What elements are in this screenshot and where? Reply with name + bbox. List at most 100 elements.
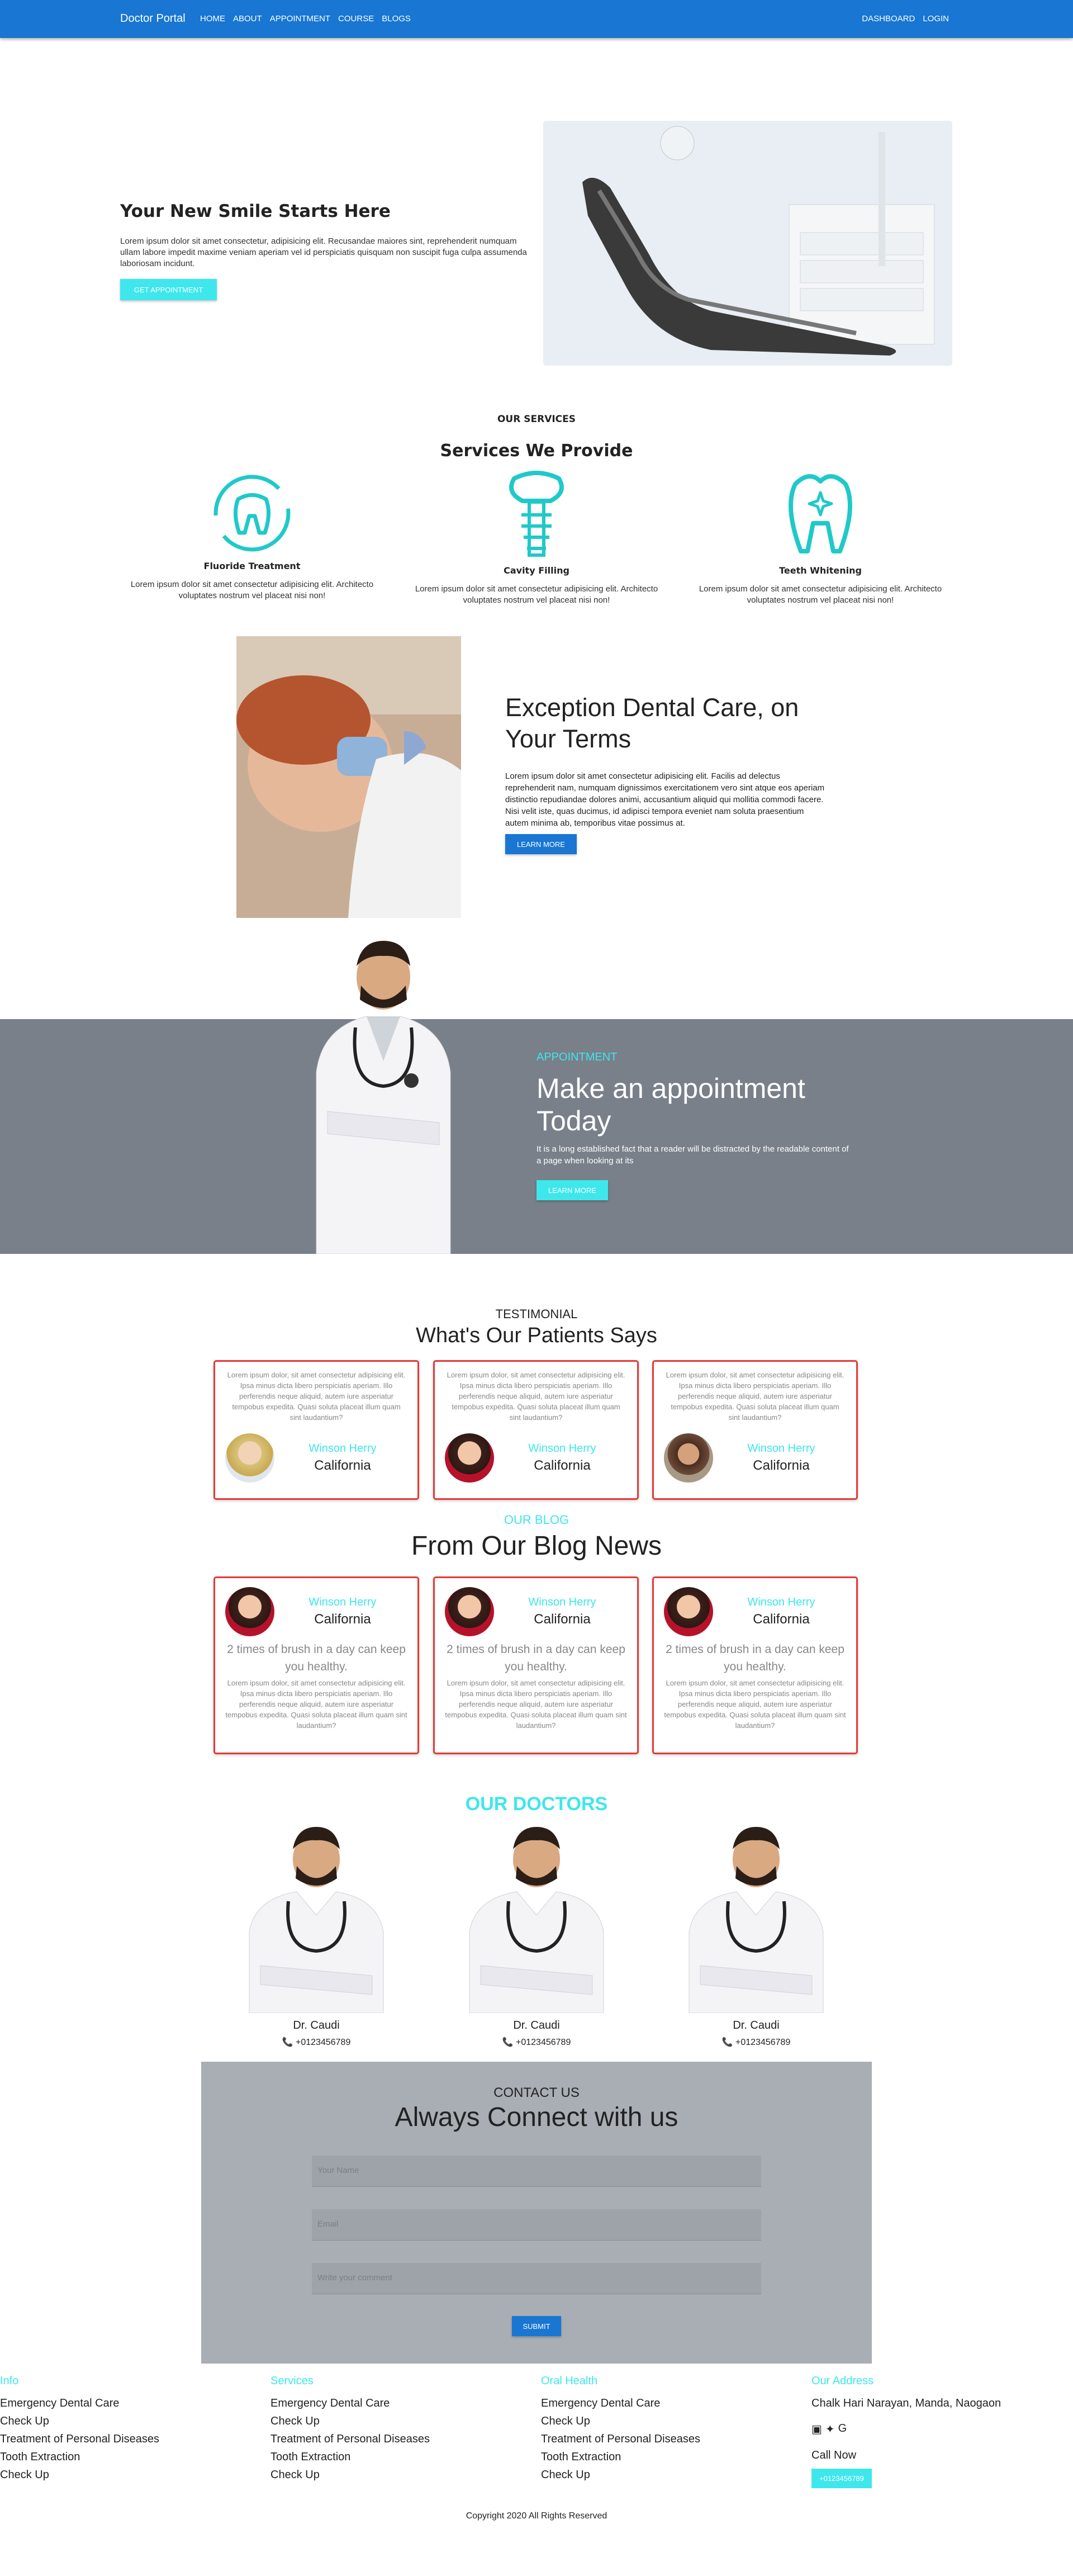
footer-link[interactable]: Tooth Extraction (0, 2448, 159, 2466)
doctor-card: Dr. Caudi 📞 +0123456789 (672, 1820, 840, 2048)
footer-link[interactable]: Check Up (541, 2412, 700, 2430)
doctor-phone-number: +0123456789 (516, 2038, 571, 2047)
learn-more-button[interactable]: LEARN MORE (505, 834, 577, 854)
dental-chair-image (543, 121, 952, 366)
footer-link[interactable]: Check Up (270, 2466, 430, 2484)
avatar (664, 1433, 713, 1483)
name-input[interactable]: Your Name (312, 2156, 761, 2187)
service-fluoride: Fluoride Treatment Lorem ipsum dolor sit… (118, 471, 386, 602)
testimonial-card: Lorem ipsum dolor, sit amet consectetur … (433, 1360, 639, 1500)
footer-link[interactable]: Treatment of Personal Diseases (0, 2430, 159, 2448)
testimonial-text: Lorem ipsum dolor, sit amet consectetur … (227, 1371, 406, 1422)
footer-link[interactable]: Emergency Dental Care (0, 2394, 159, 2412)
phone-icon: 📞 (502, 2038, 514, 2047)
blog-headline: 2 times of brush in a day can keep you h… (227, 1643, 406, 1673)
patient-location: California (314, 1458, 371, 1473)
facebook-icon[interactable]: ▣ (811, 2422, 822, 2436)
footer-address: Our Address Chalk Hari Narayan, Manda, N… (811, 2375, 1001, 2488)
doctor-photo (689, 1827, 824, 2014)
footer-link[interactable]: Emergency Dental Care (541, 2394, 700, 2412)
call-now-button[interactable]: +0123456789 (811, 2469, 872, 2488)
social-links: ▣ ✦ G (811, 2422, 1001, 2436)
blog-title: From Our Blog News (411, 1531, 662, 1561)
nav-about[interactable]: ABOUT (233, 14, 262, 23)
blog-card[interactable]: Winson Herry California 2 times of brush… (213, 1576, 419, 1754)
footer-heading: Oral Health (541, 2375, 598, 2387)
footer-link[interactable]: Check Up (270, 2412, 430, 2430)
doctor-image (305, 932, 462, 1254)
blog-card[interactable]: Winson Herry California 2 times of brush… (652, 1576, 858, 1754)
doctor-card: Dr. Caudi 📞 +0123456789 (232, 1820, 400, 2048)
avatar (664, 1587, 713, 1636)
blog-location: California (753, 1612, 810, 1627)
blog-headline: 2 times of brush in a day can keep you h… (447, 1643, 625, 1673)
doctor-phone: 📞 +0123456789 (672, 2037, 840, 2048)
testimonial-text: Lorem ipsum dolor, sit amet consectetur … (447, 1371, 625, 1422)
get-appointment-button[interactable]: GET APPOINTMENT (120, 279, 217, 300)
submit-button[interactable]: SUBMIT (512, 2316, 561, 2336)
blog-text: Lorem ipsum dolor, sit amet consectetur … (664, 1679, 846, 1730)
footer-link[interactable]: Treatment of Personal Diseases (541, 2430, 700, 2448)
nav-course[interactable]: COURSE (338, 14, 374, 23)
service-name: Fluoride Treatment (203, 561, 301, 571)
blog-section: OUR BLOG From Our Blog News Winson Herry… (0, 1503, 1073, 1793)
appointment-title: Make an appointment Today (536, 1073, 805, 1137)
avatar (445, 1587, 494, 1636)
doctors-title: OUR DOCTORS (465, 1793, 608, 1815)
service-name: Cavity Filling (504, 565, 569, 576)
blog-card[interactable]: Winson Herry California 2 times of brush… (433, 1576, 639, 1754)
testimonial-section: TESTIMONIAL What's Our Patients Says Lor… (0, 1279, 1073, 1503)
nav-home[interactable]: HOME (200, 14, 225, 23)
testimonial-card: Lorem ipsum dolor, sit amet consectetur … (213, 1360, 419, 1500)
services-section: OUR SERVICES Services We Provide Fluorid… (0, 357, 1073, 619)
brand-logo[interactable]: Doctor Portal (120, 12, 186, 25)
doctor-name: Dr. Caudi (733, 2019, 780, 2032)
nav-dashboard[interactable]: DASHBOARD (862, 14, 915, 23)
patient-name: Winson Herry (308, 1442, 377, 1455)
nav-links: HOME ABOUT APPOINTMENT COURSE BLOGS (200, 14, 411, 23)
services-title: Services We Provide (440, 441, 633, 461)
footer-link[interactable]: Check Up (0, 2412, 159, 2430)
hero-text: Lorem ipsum dolor sit amet consectetur, … (120, 236, 527, 268)
blog-location: California (534, 1612, 591, 1627)
doctor-name: Dr. Caudi (293, 2019, 340, 2032)
phone-icon: 📞 (721, 2038, 733, 2047)
nav-right: DASHBOARD LOGIN (862, 14, 949, 23)
doctors-section: OUR DOCTORS Dr. Caudi 📞 +0123456789 Dr. … (0, 1793, 1073, 2062)
twitter-icon[interactable]: ✦ (825, 2422, 835, 2436)
doctor-card: Dr. Caudi 📞 +0123456789 (453, 1820, 620, 2048)
exception-text: Lorem ipsum dolor sit amet consectetur a… (505, 771, 825, 828)
footer-link[interactable]: Emergency Dental Care (270, 2394, 430, 2412)
whitening-tooth-icon (789, 474, 852, 553)
footer-link[interactable]: Tooth Extraction (270, 2448, 430, 2466)
comment-input[interactable]: Write your comment (312, 2263, 761, 2294)
hero-section: Your New Smile Starts Here Lorem ipsum d… (0, 38, 1073, 366)
email-input[interactable]: Email (312, 2209, 761, 2241)
services-eyebrow: OUR SERVICES (497, 414, 576, 425)
footer-heading: Services (270, 2375, 314, 2387)
footer-link[interactable]: Check Up (0, 2466, 159, 2484)
contact-title: Always Connect with us (395, 2103, 678, 2132)
nav-login[interactable]: LOGIN (923, 14, 949, 23)
footer-heading: Info (0, 2375, 19, 2387)
fluoride-tooth-icon (213, 475, 291, 552)
service-name: Teeth Whitening (779, 565, 862, 576)
appointment-learn-more-button[interactable]: LEARN MORE (536, 1180, 608, 1200)
blog-headline: 2 times of brush in a day can keep you h… (666, 1643, 844, 1673)
exception-title: Exception Dental Care, on Your Terms (505, 693, 799, 753)
blog-location: California (314, 1612, 371, 1627)
service-text: Lorem ipsum dolor sit amet consectetur a… (699, 584, 942, 605)
dental-implant-icon (509, 471, 564, 557)
dental-checkup-image (236, 636, 461, 918)
footer-link[interactable]: Treatment of Personal Diseases (270, 2430, 430, 2448)
footer-link[interactable]: Tooth Extraction (541, 2448, 700, 2466)
nav-appointment[interactable]: APPOINTMENT (270, 14, 330, 23)
avatar (445, 1433, 494, 1483)
contact-eyebrow: CONTACT US (493, 2085, 580, 2100)
footer-link[interactable]: Check Up (541, 2466, 700, 2484)
google-icon[interactable]: G (838, 2422, 847, 2436)
nav-blogs[interactable]: BLOGS (382, 14, 411, 23)
blog-author: Winson Herry (308, 1596, 377, 1608)
blog-text: Lorem ipsum dolor, sit amet consectetur … (225, 1679, 407, 1730)
patient-location: California (534, 1458, 591, 1473)
